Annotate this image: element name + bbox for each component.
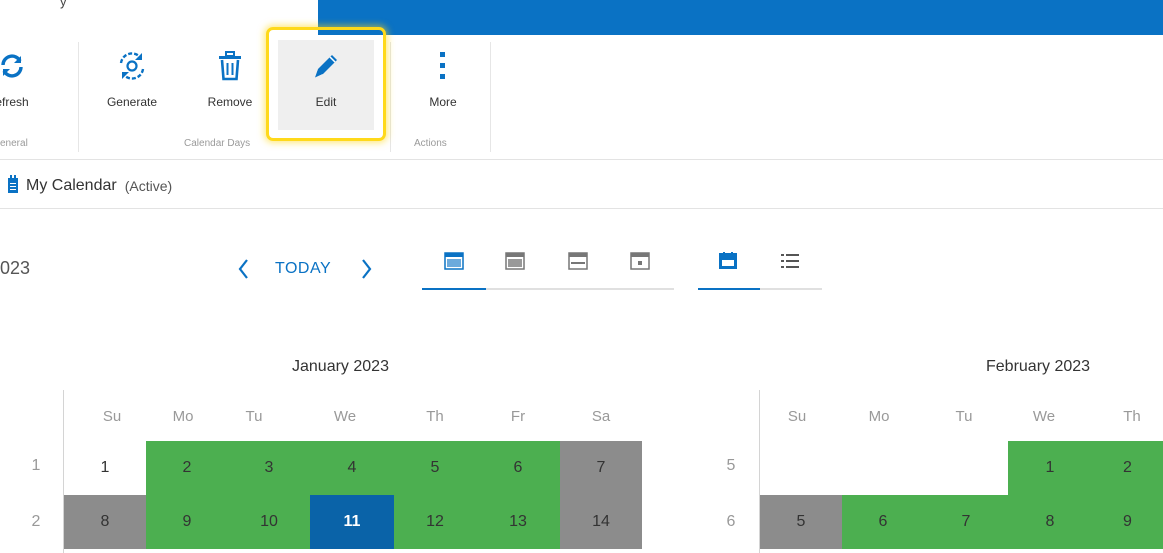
previous-button[interactable] <box>236 254 250 289</box>
week-number: 5 <box>726 457 736 474</box>
refresh-button[interactable]: efresh <box>0 40 60 130</box>
day-of-week: Tu <box>955 408 973 425</box>
week-view-icon[interactable] <box>568 252 592 274</box>
day-cell[interactable]: 13 <box>476 495 560 549</box>
day-cell-selected[interactable]: 11 <box>310 495 394 549</box>
title-bar <box>318 0 1163 35</box>
calendar-icon <box>8 174 18 198</box>
group-label-calendar-days: Calendar Days <box>184 138 251 149</box>
day-cell[interactable]: 4 <box>310 441 394 495</box>
divider <box>0 208 1163 209</box>
day-of-week: Su <box>787 408 807 425</box>
day-of-week: Tu <box>245 408 263 425</box>
month-view-icon[interactable] <box>505 252 529 274</box>
group-label-actions: Actions <box>414 138 447 149</box>
day-of-week: Th <box>1123 408 1141 425</box>
day-cell[interactable]: 7 <box>560 441 642 495</box>
calendar-name: My Calendar <box>26 177 117 194</box>
day-cell[interactable]: 8 <box>1008 495 1092 549</box>
day-of-week: Fr <box>510 408 526 425</box>
calendar-mode-icon[interactable] <box>718 252 742 274</box>
day-cell[interactable]: 14 <box>560 495 642 549</box>
year-view-icon[interactable] <box>444 252 468 274</box>
month-title: January 2023 <box>292 358 389 375</box>
generate-button[interactable]: Generate <box>84 40 180 130</box>
day-cell[interactable]: 8 <box>64 495 146 549</box>
group-separator <box>390 42 391 152</box>
window-title-fragment: y <box>60 0 67 9</box>
day-cell[interactable]: 2 <box>1092 441 1163 495</box>
current-year-fragment: 023 <box>0 258 31 278</box>
ribbon-toolbar: efresh Generate Remove Edit More eneral … <box>0 35 1163 160</box>
generate-label: Generate <box>106 95 158 109</box>
day-cell <box>760 441 842 495</box>
view-selected-underline <box>422 288 486 290</box>
day-view-icon[interactable] <box>630 252 654 274</box>
day-of-week: Su <box>102 408 122 425</box>
month-title: February 2023 <box>986 358 1091 375</box>
mode-selected-underline <box>698 288 760 290</box>
generate-icon <box>84 48 180 84</box>
day-cell[interactable]: 7 <box>924 495 1008 549</box>
view-underline <box>486 288 674 290</box>
day-of-week: We <box>333 408 357 425</box>
highlight-outline <box>266 27 386 141</box>
day-cell[interactable]: 6 <box>842 495 924 549</box>
calendar-header: My Calendar (Active) <box>0 170 172 202</box>
calendar-status: (Active) <box>124 178 173 194</box>
day-cell <box>924 441 1008 495</box>
day-cell[interactable]: 9 <box>1092 495 1163 549</box>
day-cell[interactable]: 10 <box>228 495 310 549</box>
refresh-label: efresh <box>0 95 29 109</box>
day-cell[interactable]: 1 <box>1008 441 1092 495</box>
trash-icon <box>182 48 278 84</box>
mode-underline <box>760 288 822 290</box>
day-cell[interactable]: 6 <box>476 441 560 495</box>
day-cell[interactable]: 12 <box>394 495 476 549</box>
group-label-general: eneral <box>0 138 28 149</box>
today-button[interactable]: TODAY <box>275 260 331 278</box>
chevron-left-icon <box>238 259 248 279</box>
remove-label: Remove <box>207 95 253 109</box>
day-of-week: Sa <box>591 408 611 425</box>
day-cell[interactable]: 1 <box>64 441 146 495</box>
list-mode-icon[interactable] <box>780 252 804 274</box>
group-separator <box>78 42 79 152</box>
day-cell[interactable]: 9 <box>146 495 228 549</box>
day-of-week: We <box>1032 408 1056 425</box>
day-cell <box>842 441 924 495</box>
week-number: 2 <box>31 513 41 530</box>
next-button[interactable] <box>360 254 374 289</box>
week-number: 6 <box>726 513 736 530</box>
day-cell[interactable]: 5 <box>760 495 842 549</box>
refresh-icon <box>0 48 60 84</box>
day-cell[interactable]: 5 <box>394 441 476 495</box>
day-cell[interactable]: 2 <box>146 441 228 495</box>
chevron-right-icon <box>362 259 372 279</box>
day-of-week: Th <box>426 408 444 425</box>
day-cell[interactable]: 3 <box>228 441 310 495</box>
more-vertical-icon <box>395 48 491 84</box>
group-separator <box>490 42 491 152</box>
remove-button[interactable]: Remove <box>182 40 278 130</box>
day-of-week: Mo <box>172 408 194 425</box>
more-button[interactable]: More <box>395 40 491 130</box>
more-label: More <box>429 95 457 109</box>
week-number: 1 <box>31 457 41 474</box>
day-of-week: Mo <box>868 408 890 425</box>
